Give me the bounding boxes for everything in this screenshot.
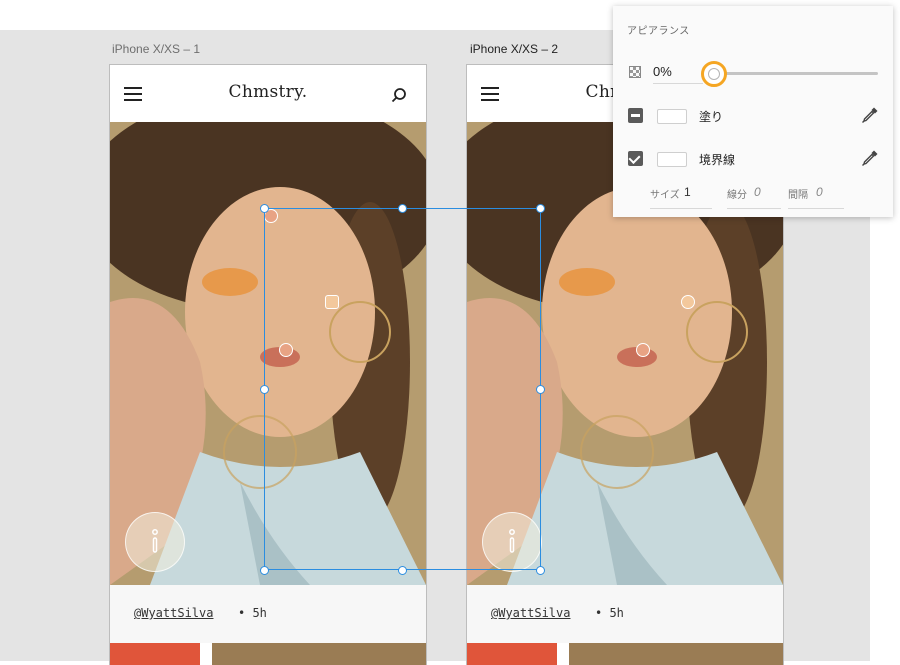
search-icon[interactable] — [391, 87, 407, 103]
thumbnail-orange — [467, 643, 557, 665]
brand-title: Chmstry. — [228, 82, 308, 102]
artboard-label-1[interactable]: iPhone X/XS – 1 — [112, 42, 200, 56]
thumbnail-photo — [569, 643, 783, 665]
post-time: • 5h — [595, 606, 624, 620]
resize-handle-top-left[interactable] — [260, 204, 269, 213]
gap-label: 間隔 — [788, 190, 808, 201]
opacity-input-underline — [653, 83, 703, 84]
gap-input[interactable]: 0 — [816, 185, 823, 199]
opacity-checker-icon — [629, 66, 641, 78]
fill-label: 塗り — [699, 110, 724, 124]
post-caption: @WyattSilva • 5h — [467, 585, 783, 643]
border-checkbox[interactable] — [628, 151, 643, 166]
eyedropper-icon[interactable] — [861, 106, 879, 124]
resize-handle-bottom[interactable] — [398, 566, 407, 575]
post-time: • 5h — [238, 606, 267, 620]
resize-handle-top[interactable] — [398, 204, 407, 213]
dash-label: 線分 — [727, 190, 747, 201]
artboard-label-2[interactable]: iPhone X/XS – 2 — [470, 42, 558, 56]
info-icon — [152, 529, 158, 553]
resize-handle-bottom-right[interactable] — [536, 566, 545, 575]
hotspot-3[interactable] — [279, 343, 293, 357]
stroke-size-input[interactable]: 1 — [684, 185, 691, 199]
border-label: 境界線 — [699, 153, 736, 167]
fill-checkbox[interactable] — [628, 108, 643, 123]
stroke-size-underline — [650, 208, 712, 209]
app-header: Chmstry. — [110, 65, 426, 122]
resize-handle-bottom-left[interactable] — [260, 566, 269, 575]
opacity-slider-thumb[interactable] — [701, 61, 727, 87]
author-handle[interactable]: @WyattSilva — [134, 606, 213, 620]
artboard-1[interactable]: Chmstry. @WyattSilva • 5h — [110, 65, 426, 665]
hotspot-2[interactable] — [325, 295, 339, 309]
info-icon — [509, 529, 515, 553]
panel-title: アピアランス — [627, 26, 690, 37]
hotspot-2[interactable] — [681, 295, 695, 309]
resize-handle-left[interactable] — [260, 385, 269, 394]
info-button[interactable] — [125, 512, 185, 572]
post-caption: @WyattSilva • 5h — [110, 585, 426, 643]
author-handle[interactable]: @WyattSilva — [491, 606, 570, 620]
resize-handle-top-right[interactable] — [536, 204, 545, 213]
opacity-input[interactable]: 0% — [653, 64, 672, 79]
opacity-slider[interactable] — [708, 72, 878, 75]
thumbnail-photo — [212, 643, 426, 665]
hotspot-3[interactable] — [636, 343, 650, 357]
border-color-swatch[interactable] — [657, 152, 687, 167]
dash-underline — [727, 208, 781, 209]
stroke-size-label: サイズ — [650, 190, 680, 201]
appearance-panel: アピアランス 0% 塗り 境界線 サイズ 1 線分 0 間隔 0 — [613, 6, 893, 217]
gap-underline — [788, 208, 844, 209]
eyedropper-icon[interactable] — [861, 149, 879, 167]
portrait-photo — [110, 122, 426, 585]
resize-handle-right[interactable] — [536, 385, 545, 394]
dash-input[interactable]: 0 — [754, 185, 761, 199]
thumbnail-orange — [110, 643, 200, 665]
info-button[interactable] — [482, 512, 542, 572]
fill-color-swatch[interactable] — [657, 109, 687, 124]
